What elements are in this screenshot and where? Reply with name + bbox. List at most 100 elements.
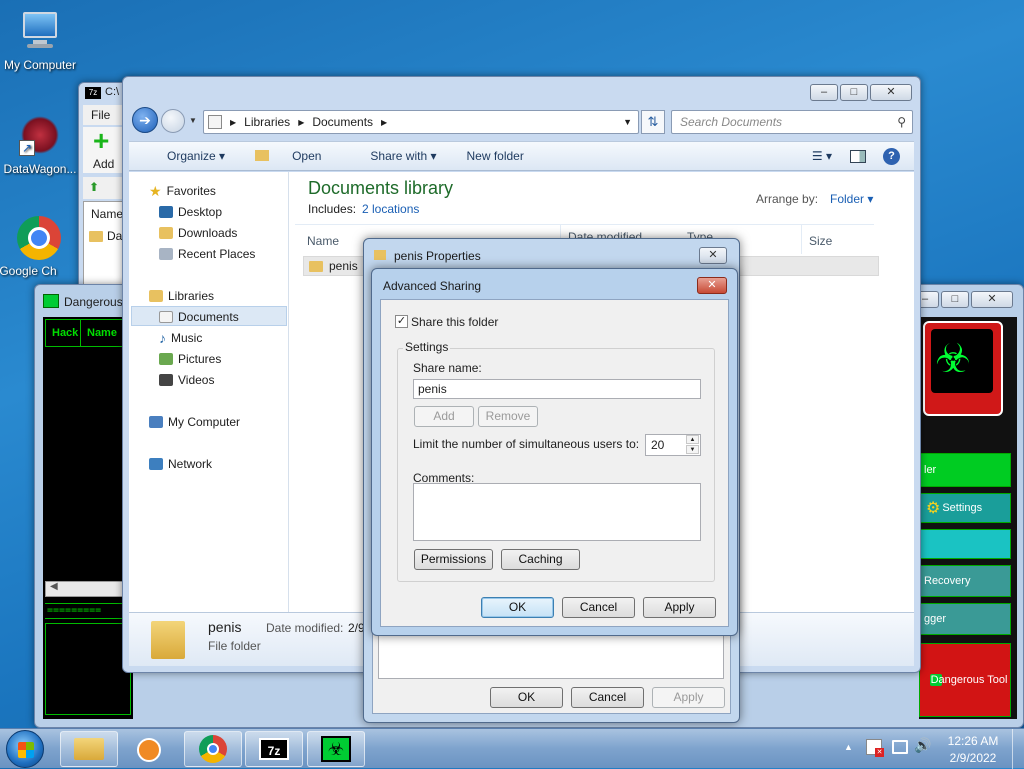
nav-documents[interactable]: Documents xyxy=(159,308,239,326)
column-name[interactable]: Name xyxy=(87,327,117,339)
share-folder-label[interactable]: Share this folder xyxy=(411,315,498,329)
pictures-icon xyxy=(159,353,173,365)
desktop-icon-my-computer[interactable]: My Computer xyxy=(0,10,80,72)
add-share-button[interactable]: Add xyxy=(414,406,474,427)
taskbar-dangerous-tool[interactable]: ☣ xyxy=(307,731,365,767)
refresh-button[interactable]: ⇅ xyxy=(641,110,665,134)
minimize-button[interactable]: – xyxy=(810,84,838,101)
close-button[interactable]: ✕ xyxy=(697,277,727,294)
folder-icon xyxy=(74,738,104,760)
preview-pane-icon[interactable] xyxy=(850,149,866,163)
advanced-sharing-dialog[interactable]: Advanced Sharing ✕ ✓ Share this folder S… xyxy=(371,268,738,636)
add-icon: + xyxy=(93,125,110,156)
back-button[interactable]: ➔ xyxy=(132,107,158,133)
volume-icon[interactable]: 🔊 xyxy=(914,737,931,754)
address-dropdown-icon[interactable]: ▼ xyxy=(623,117,632,127)
dangerous-tool-button[interactable]: Dangerous Tool xyxy=(919,643,1011,717)
menu-file[interactable]: File xyxy=(91,108,110,122)
properties-apply-button[interactable]: Apply xyxy=(652,687,725,708)
desktop-icon-chrome[interactable]: Google Ch xyxy=(0,216,76,278)
nav-downloads[interactable]: Downloads xyxy=(159,224,237,242)
network-icon[interactable] xyxy=(892,740,908,754)
properties-ok-button[interactable]: OK xyxy=(490,687,563,708)
breadcrumb-libraries[interactable]: Libraries xyxy=(244,115,290,129)
permissions-button[interactable]: Permissions xyxy=(414,549,493,570)
close-button[interactable]: ✕ xyxy=(870,84,912,101)
column-header-size[interactable]: Size xyxy=(809,234,832,248)
share-with-button[interactable]: Share with ▾ xyxy=(351,149,436,163)
nav-recent-places[interactable]: Recent Places xyxy=(159,245,255,263)
cancel-button[interactable]: Cancel xyxy=(562,597,635,618)
taskbar-chrome[interactable] xyxy=(184,731,242,767)
horizontal-scrollbar[interactable]: ◀ xyxy=(45,581,131,597)
nav-favorites[interactable]: ★ Favorites xyxy=(149,182,216,200)
organize-button[interactable]: Organize ▾ xyxy=(148,149,225,163)
desktop-icon-label: My Computer xyxy=(3,58,77,72)
nav-videos[interactable]: Videos xyxy=(159,371,214,389)
add-button[interactable]: Add xyxy=(93,157,114,171)
tool-button-blank[interactable] xyxy=(919,529,1011,559)
taskbar-explorer[interactable] xyxy=(60,731,118,767)
address-bar[interactable]: ▶ Libraries ▶ Documents ▶ ▼ xyxy=(203,110,639,134)
show-desktop-button[interactable] xyxy=(1012,729,1024,769)
recent-pages-icon[interactable]: ▼ xyxy=(189,116,197,125)
recovery-button[interactable]: Recovery xyxy=(919,565,1011,597)
share-name-input[interactable]: penis xyxy=(413,379,701,399)
user-limit-input[interactable]: 20 ▲ ▼ xyxy=(645,434,701,456)
open-button[interactable]: Open xyxy=(255,149,321,163)
music-icon: ♪ xyxy=(159,330,166,346)
nav-network[interactable]: Network xyxy=(149,455,212,473)
help-icon[interactable]: ? xyxy=(883,147,900,165)
star-icon: ★ xyxy=(149,183,162,199)
up-arrow-icon[interactable]: ⬆ xyxy=(89,180,105,196)
clock-date[interactable]: 2/9/2022 xyxy=(945,751,1001,765)
desktop-icon-datawagon[interactable]: ↗ DataWagon... xyxy=(0,114,80,176)
comments-textarea[interactable] xyxy=(413,483,701,541)
settings-button[interactable]: ⚙ Settings xyxy=(919,493,1011,523)
taskbar-7zip[interactable]: 7z xyxy=(245,731,303,767)
maximize-button[interactable]: □ xyxy=(840,84,868,101)
properties-cancel-button[interactable]: Cancel xyxy=(571,687,644,708)
includes-locations-link[interactable]: 2 locations xyxy=(362,202,419,216)
action-center-icon[interactable]: ✕ xyxy=(866,739,884,757)
taskbar-media-player[interactable] xyxy=(122,731,180,767)
new-folder-button[interactable]: New folder xyxy=(466,149,523,163)
tool-button-gger[interactable]: gger xyxy=(919,603,1011,635)
nav-desktop[interactable]: Desktop xyxy=(159,203,222,221)
share-folder-checkbox[interactable]: ✓ xyxy=(395,315,408,328)
column-hack[interactable]: Hack xyxy=(52,327,78,339)
column-name[interactable]: Name xyxy=(91,207,123,221)
clock-time[interactable]: 12:26 AM xyxy=(947,734,999,748)
nav-libraries[interactable]: Libraries xyxy=(149,287,214,305)
maximize-button[interactable]: □ xyxy=(941,291,969,308)
apply-button[interactable]: Apply xyxy=(643,597,716,618)
forward-button[interactable] xyxy=(161,109,185,133)
biohazard-icon: ☣ xyxy=(935,337,971,381)
spin-down-icon[interactable]: ▼ xyxy=(686,445,699,454)
folder-icon xyxy=(374,250,386,260)
search-input[interactable]: Search Documents ⚲ xyxy=(671,110,913,134)
hack-list-panel[interactable]: Hack Name ◀ ========= xyxy=(43,317,133,719)
views-icon: ☰ xyxy=(811,149,823,163)
list-item[interactable]: Da xyxy=(107,229,122,243)
file-name: penis xyxy=(329,259,358,273)
tool-button-ler[interactable]: ler xyxy=(919,453,1011,487)
nav-music[interactable]: ♪ Music xyxy=(159,329,202,347)
scroll-left-icon[interactable]: ◀ xyxy=(50,581,58,592)
nav-pictures[interactable]: Pictures xyxy=(159,350,221,368)
close-button[interactable]: ✕ xyxy=(971,291,1013,308)
arrange-by-dropdown[interactable]: Folder ▾ xyxy=(830,192,873,206)
remove-share-button[interactable]: Remove xyxy=(478,406,538,427)
show-hidden-icons[interactable]: ▲ xyxy=(844,742,853,752)
column-header-name[interactable]: Name xyxy=(307,234,339,248)
search-icon[interactable]: ⚲ xyxy=(897,115,906,129)
spin-up-icon[interactable]: ▲ xyxy=(686,435,699,444)
breadcrumb-documents[interactable]: Documents xyxy=(312,115,373,129)
caching-button[interactable]: Caching xyxy=(501,549,580,570)
close-button[interactable]: ✕ xyxy=(699,247,727,264)
nav-my-computer[interactable]: My Computer xyxy=(149,413,240,431)
start-button[interactable] xyxy=(6,730,44,768)
ok-button[interactable]: OK xyxy=(481,597,554,618)
sevenzip-title: C:\ xyxy=(105,86,120,98)
views-button[interactable]: ☰ ▾ xyxy=(793,149,832,163)
